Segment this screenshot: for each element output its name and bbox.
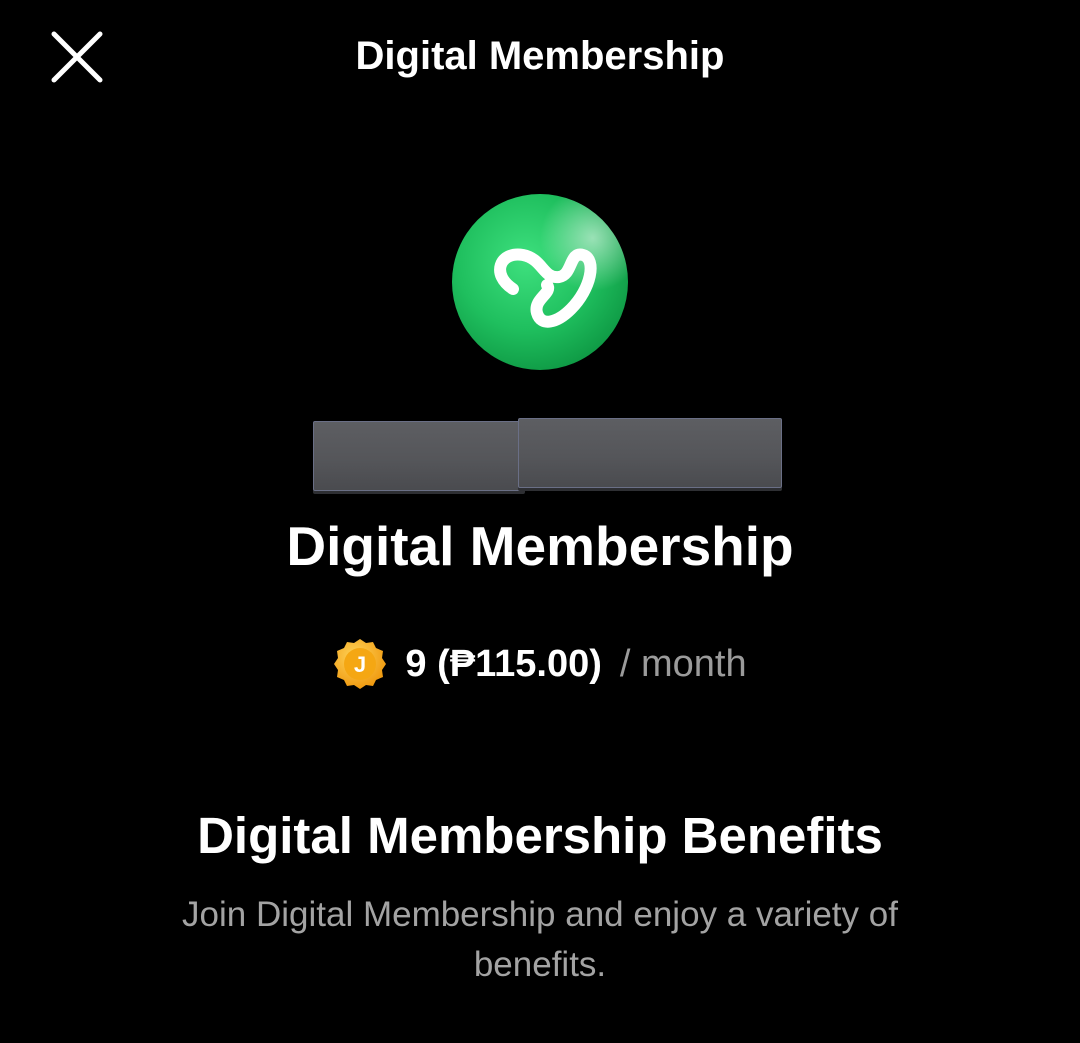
membership-logo-icon — [451, 193, 629, 371]
benefits-heading: Digital Membership Benefits — [197, 807, 883, 864]
price-period: / month — [619, 642, 747, 685]
hidden-image-block-right — [518, 418, 782, 488]
top-bar: Digital Membership — [0, 0, 1080, 115]
benefits-description: Join Digital Membership and enjoy a vari… — [182, 895, 898, 984]
hidden-image-block-left — [313, 421, 525, 491]
page-title: Digital Membership — [355, 34, 725, 78]
membership-name: Digital Membership — [286, 515, 794, 577]
price-amount: 9 (₱115.00) — [405, 642, 602, 685]
j-coin-icon: J — [334, 639, 387, 689]
svg-text:J: J — [354, 652, 366, 677]
price-row: J 9 (₱115.00) / month — [0, 636, 1080, 692]
